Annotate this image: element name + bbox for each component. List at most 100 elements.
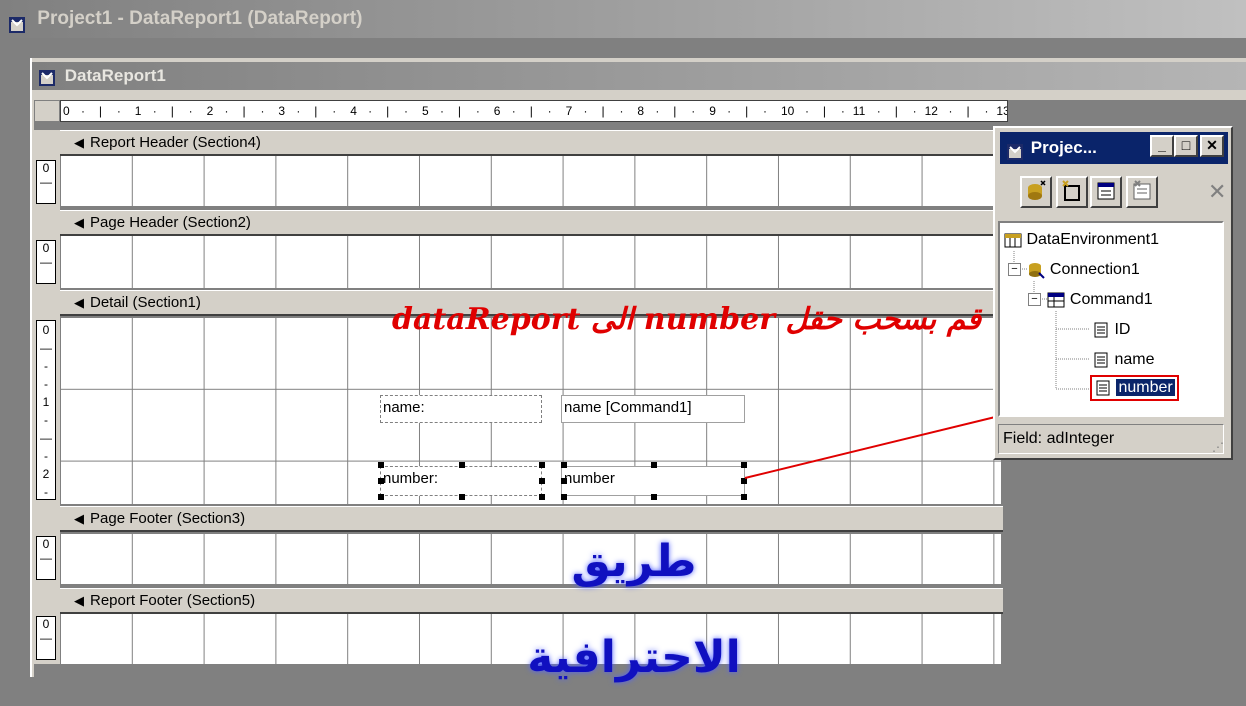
selection-handle[interactable] bbox=[651, 462, 657, 468]
selection-handle[interactable] bbox=[741, 494, 747, 500]
tree-node-field-name[interactable]: name bbox=[1092, 349, 1154, 371]
data-environment-icon bbox=[1004, 233, 1022, 248]
field-type-status: Field: adInteger bbox=[998, 424, 1224, 454]
minimize-button[interactable]: _ bbox=[1150, 135, 1174, 157]
selection-handle[interactable] bbox=[741, 462, 747, 468]
ruler-tick-label: 5 bbox=[422, 104, 429, 118]
resize-grip-icon[interactable]: ⋰ bbox=[1212, 440, 1224, 454]
tree-node-command[interactable]: − Command1 bbox=[1028, 289, 1153, 311]
selection-handle[interactable] bbox=[561, 462, 567, 468]
collapse-icon[interactable]: − bbox=[1028, 293, 1041, 307]
vruler-label: 0 bbox=[42, 617, 50, 631]
selection-handle[interactable] bbox=[561, 478, 567, 484]
tree-node-label: ID bbox=[1114, 321, 1131, 338]
ruler-minor-tick: | bbox=[894, 104, 898, 118]
ruler-minor-tick: · bbox=[332, 104, 337, 118]
section-arrow-icon: ◀ bbox=[74, 135, 84, 150]
vertical-ruler: 0— bbox=[36, 616, 56, 660]
ruler-minor-tick: · bbox=[475, 104, 480, 118]
ruler-tick-label: 3 bbox=[278, 104, 286, 118]
section-body-report-header[interactable] bbox=[60, 156, 1003, 206]
selection-handle[interactable] bbox=[459, 462, 465, 468]
ruler-minor-tick: · bbox=[727, 104, 732, 118]
ruler-minor-tick: | bbox=[822, 104, 827, 118]
ruler-minor-tick: · bbox=[260, 104, 265, 118]
selection-handle[interactable] bbox=[378, 494, 384, 500]
vruler-label: 0 bbox=[42, 537, 50, 551]
selection-handle[interactable] bbox=[378, 478, 384, 484]
ruler-tick-label: 13 bbox=[996, 104, 1007, 118]
add-data-environment-icon[interactable] bbox=[1020, 176, 1052, 208]
vruler-label: 0 bbox=[42, 241, 50, 255]
delete-icon[interactable]: ✕ bbox=[1208, 180, 1232, 206]
label-name[interactable]: name: bbox=[380, 395, 542, 423]
tree-node-field-id[interactable]: ID bbox=[1092, 319, 1130, 341]
selection-handle[interactable] bbox=[561, 494, 567, 500]
datareport-icon bbox=[38, 68, 56, 86]
tree-node-data-environment[interactable]: DataEnvironment1 bbox=[1004, 229, 1159, 251]
tree-node-connection[interactable]: − Connection1 bbox=[1008, 259, 1140, 281]
section-bar-report-header[interactable]: ◀ Report Header (Section4) bbox=[60, 130, 1003, 156]
section-arrow-icon: ◀ bbox=[74, 593, 84, 608]
section-label: Page Header (Section2) bbox=[90, 214, 251, 231]
section-label: Page Footer (Section3) bbox=[90, 510, 246, 527]
selection-handle[interactable] bbox=[459, 494, 465, 500]
vruler-label: 0 bbox=[42, 323, 50, 337]
selection-handle[interactable] bbox=[651, 494, 657, 500]
data-environment-tree[interactable]: DataEnvironment1 − Connection1 − Command… bbox=[998, 221, 1224, 417]
gutter bbox=[34, 504, 60, 534]
ruler-minor-tick: · bbox=[224, 104, 229, 118]
gutter bbox=[34, 130, 60, 156]
ruler-minor-tick: | bbox=[529, 104, 533, 118]
vb-window-icon bbox=[8, 10, 26, 33]
datareport-title-bar[interactable]: DataReport1 bbox=[32, 62, 1246, 90]
selection-handle[interactable] bbox=[539, 462, 545, 468]
ruler-minor-tick: | bbox=[745, 104, 749, 118]
gutter bbox=[34, 206, 60, 236]
tree-node-label: DataEnvironment1 bbox=[1026, 231, 1159, 248]
section-arrow-icon: ◀ bbox=[74, 295, 84, 310]
annotation-caption: قم بسحب حقل number الى dataReport bbox=[392, 302, 982, 337]
ruler-minor-tick: · bbox=[547, 104, 552, 118]
tree-node-label: Command1 bbox=[1069, 291, 1153, 308]
ruler-tick-label: 12 bbox=[924, 104, 938, 118]
section-arrow-icon: ◀ bbox=[74, 511, 84, 526]
close-button[interactable]: ✕ bbox=[1200, 135, 1224, 157]
section-arrow-icon: ◀ bbox=[74, 215, 84, 230]
tree-node-field-number[interactable]: number bbox=[1090, 375, 1179, 401]
ruler-tick-label: 2 bbox=[206, 104, 214, 118]
command-table-icon bbox=[1047, 292, 1065, 308]
collapse-icon[interactable]: − bbox=[1008, 263, 1021, 277]
add-command-icon[interactable] bbox=[1090, 176, 1122, 208]
ruler-minor-tick: · bbox=[511, 104, 516, 118]
vruler-label: 0 bbox=[42, 161, 50, 175]
ruler-minor-tick: · bbox=[876, 104, 881, 118]
tree-node-label: name bbox=[1114, 351, 1155, 368]
textbox-number[interactable]: number bbox=[561, 466, 745, 496]
ruler-tick-label: 6 bbox=[493, 104, 501, 118]
label-number[interactable]: number: bbox=[380, 466, 542, 496]
ruler-tick-label: 0 bbox=[63, 104, 70, 118]
ruler-tick-label: 1 bbox=[134, 104, 142, 118]
ruler-minor-tick: · bbox=[404, 104, 409, 118]
app-title-bar[interactable]: Project1 - DataReport1 (DataReport) bbox=[0, 0, 1246, 38]
datareport-title: DataReport1 bbox=[64, 66, 166, 85]
section-body-page-header[interactable] bbox=[60, 236, 1003, 288]
selection-handle[interactable] bbox=[378, 462, 384, 468]
selection-handle[interactable] bbox=[741, 478, 747, 484]
field-icon bbox=[1096, 380, 1110, 396]
ruler-minor-tick: · bbox=[912, 104, 917, 118]
insert-stored-procedure-icon[interactable] bbox=[1126, 176, 1158, 208]
ruler-minor-tick: · bbox=[655, 104, 660, 118]
ruler-minor-tick: · bbox=[152, 104, 157, 118]
selection-handle[interactable] bbox=[539, 494, 545, 500]
app-title: Project1 - DataReport1 (DataReport) bbox=[37, 8, 363, 29]
ruler-tick-label: 11 bbox=[852, 104, 866, 118]
ruler-minor-tick: | bbox=[386, 104, 390, 118]
section-label: Detail (Section1) bbox=[90, 294, 201, 311]
maximize-button[interactable]: □ bbox=[1174, 135, 1198, 157]
textbox-name[interactable]: name [Command1] bbox=[561, 395, 745, 423]
selection-handle[interactable] bbox=[539, 478, 545, 484]
section-bar-page-header[interactable]: ◀ Page Header (Section2) bbox=[60, 210, 1003, 236]
insert-connection-icon[interactable] bbox=[1056, 176, 1088, 208]
